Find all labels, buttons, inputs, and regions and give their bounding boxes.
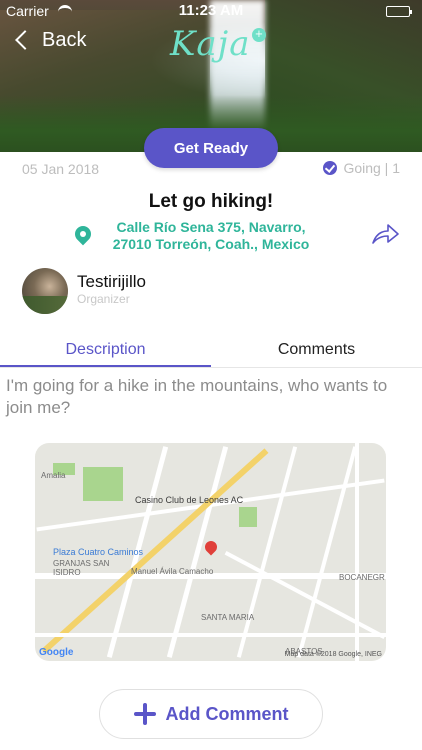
map-poi-plaza: Plaza Cuatro Caminos [53,547,144,557]
organizer-role: Organizer [77,292,130,306]
back-label: Back [42,28,87,51]
status-bar: Carrier 11:23 AM [0,0,422,22]
map-poi-casino: Casino Club de Leones AC [135,495,244,505]
event-title: Let go hiking! [148,191,274,212]
map-area-granjas: GRANJAS SAN ISIDRO [53,559,110,577]
organizer-avatar[interactable] [22,268,68,314]
chevron-left-icon [15,30,35,50]
map-park [83,467,123,501]
map-road [35,633,386,637]
active-tab-indicator [0,365,211,367]
map-street-avila: Manuel Ávila Camacho [131,567,214,576]
map-label-amalia: Amalia [41,471,66,480]
back-button[interactable]: Back [12,26,86,54]
add-comment-button[interactable]: Add Comment [99,689,323,739]
map-attribution: Map data ©2018 Google, INEG [284,651,382,658]
tab-bar: Description Comments [0,336,422,368]
map-area-santa-maria: SANTA MARIA [201,613,255,622]
event-description: I'm going for a hike in the mountains, w… [6,376,388,417]
logo-text: Kaja [170,24,251,64]
battery-icon [386,6,412,17]
address-line-2: 27010 Torreón, Coah., Mexico [112,236,310,252]
app-logo: Kaja + [170,24,267,64]
check-circle-icon [323,161,338,175]
map-park [239,507,257,527]
map-marker-icon [202,538,220,556]
map-area-bocanegra: BOCANEGR [339,573,385,582]
location-pin-icon [71,222,95,246]
map-road [355,443,359,661]
status-time: 11:23 AM [178,2,244,19]
event-date: 05 Jan 2018 [22,161,100,177]
tab-description[interactable]: Description [0,341,211,359]
going-status[interactable]: Going | 1 [323,160,400,176]
location-map[interactable]: Amalia Casino Club de Leones AC Plaza Cu… [35,443,386,661]
event-address[interactable]: Calle Río Sena 375, Navarro, 27010 Torre… [100,219,322,253]
tab-comments[interactable]: Comments [211,341,422,359]
plus-icon [133,703,156,725]
address-line-1: Calle Río Sena 375, Navarro, [116,219,306,235]
map-road [236,446,298,658]
organizer-name[interactable]: Testirijillo [77,272,146,292]
share-icon[interactable] [370,222,400,246]
add-comment-label: Add Comment [165,703,289,724]
map-road [296,446,358,658]
map-road [166,446,229,658]
get-ready-button[interactable]: Get Ready [144,128,278,168]
google-logo: Google [39,647,74,658]
going-label: Going | 1 [343,160,400,176]
